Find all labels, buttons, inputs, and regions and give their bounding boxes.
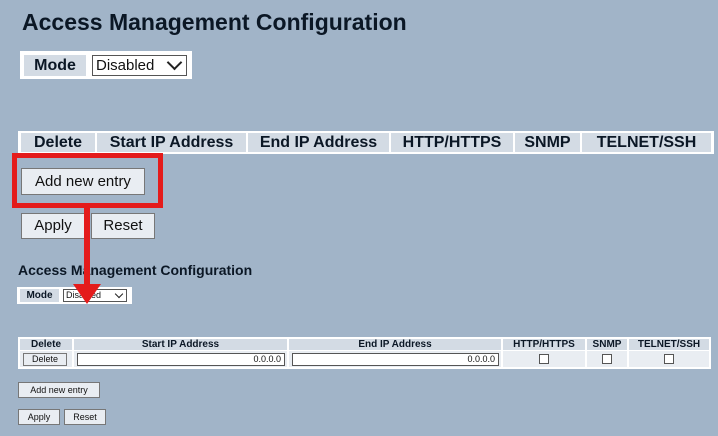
column-header-telnet-ssh: TELNET/SSH <box>629 339 709 350</box>
column-header-http-https: HTTP/HTTPS <box>503 339 585 350</box>
page-title: Access Management Configuration <box>18 262 253 278</box>
reset-button[interactable]: Reset <box>64 409 106 425</box>
delete-entry-button[interactable]: Delete <box>23 353 67 366</box>
column-header-start-ip: Start IP Address <box>97 133 246 152</box>
column-header-telnet-ssh: TELNET/SSH <box>582 133 711 152</box>
start-ip-input[interactable]: 0.0.0.0 <box>77 353 285 366</box>
telnet-ssh-checkbox[interactable] <box>664 354 674 364</box>
reset-button-zoomed[interactable]: Reset <box>91 213 155 239</box>
apply-button-zoomed[interactable]: Apply <box>21 213 85 239</box>
highlight-box <box>12 153 163 208</box>
column-header-snmp: SNMP <box>515 133 580 152</box>
add-new-entry-button[interactable]: Add new entry <box>18 382 100 398</box>
mode-select-value: Disabled <box>96 57 155 74</box>
arrow-head-icon <box>73 284 101 304</box>
column-header-end-ip: End IP Address <box>248 133 389 152</box>
apply-button[interactable]: Apply <box>18 409 60 425</box>
page-title-zoomed: Access Management Configuration <box>22 9 407 35</box>
column-header-delete: Delete <box>21 133 95 152</box>
column-header-http-https: HTTP/HTTPS <box>391 133 513 152</box>
column-header-delete: Delete <box>20 339 72 350</box>
mode-label: Mode <box>20 289 59 302</box>
column-header-start-ip: Start IP Address <box>74 339 287 350</box>
mode-select-zoomed[interactable]: Disabled <box>92 54 187 76</box>
chevron-down-icon <box>166 54 183 71</box>
column-header-end-ip: End IP Address <box>289 339 501 350</box>
end-ip-input[interactable]: 0.0.0.0 <box>292 353 499 366</box>
chevron-down-icon <box>114 290 124 299</box>
snmp-checkbox[interactable] <box>602 354 612 364</box>
mode-label-zoomed: Mode <box>24 55 86 76</box>
column-header-snmp: SNMP <box>587 339 627 350</box>
arrow-shaft <box>84 208 90 288</box>
http-https-checkbox[interactable] <box>539 354 549 364</box>
